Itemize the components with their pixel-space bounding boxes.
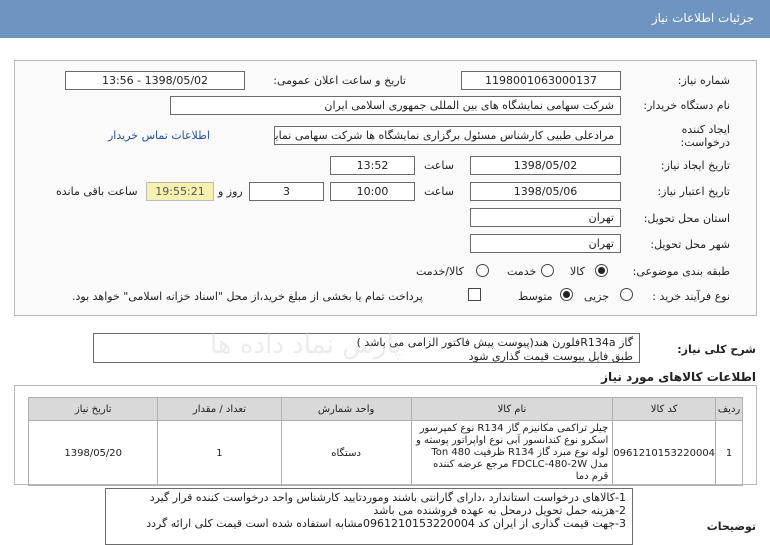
row-unit: دستگاه xyxy=(280,420,412,486)
notes-label: توضیحات xyxy=(706,520,756,533)
summary-field: گاز R134aفلورن هند(پیوست پیش فاکتور الزا… xyxy=(93,333,640,363)
page-title: جزئیات اطلاعات نیاز xyxy=(651,11,754,25)
city-field: تهران xyxy=(470,234,621,253)
category-option-goods: کالا xyxy=(570,265,585,278)
col-header-index: ردیف xyxy=(715,397,743,421)
table-row: 1 0961210153220004 چیلر تراکمی مکانیزم گ… xyxy=(27,420,743,486)
process-option-medium: متوسط xyxy=(518,290,553,303)
items-section-title: اطلاعات کالاهای مورد نیاز xyxy=(601,370,756,384)
row-name: چیلر تراکمی مکانیزم گاز R134 نوع کمپرسور… xyxy=(410,420,614,486)
need-number-field: 1198001063000137 xyxy=(461,71,621,90)
row-date: 1398/05/20 xyxy=(27,420,159,486)
remaining-label: ساعت باقی مانده xyxy=(56,185,138,198)
items-header-row: ردیف کد کالا نام کالا واحد شمارش تعداد /… xyxy=(27,397,743,421)
need-number-label: شماره نیاز: xyxy=(677,74,730,87)
process-radio-minor[interactable] xyxy=(620,288,633,301)
category-label: طبقه بندی موضوعی: xyxy=(632,265,730,278)
city-label: شهر محل تحویل: xyxy=(650,238,730,251)
created-date-label: تاریخ ایجاد نیاز: xyxy=(660,159,730,172)
created-time-label: ساعت xyxy=(424,159,454,172)
creator-label: ایجاد کننده xyxy=(681,123,730,136)
header-bar: جزئیات اطلاعات نیاز xyxy=(0,0,770,38)
row-code: 0961210153220004 xyxy=(612,420,717,486)
category-radio-goods-service[interactable] xyxy=(476,264,489,277)
validity-label: تاریخ اعتبار نیاز: xyxy=(657,185,730,198)
announce-field: 1398/05/02 - 13:56 xyxy=(65,71,245,90)
treasury-payment-checkbox[interactable] xyxy=(468,288,481,301)
col-header-date: تاریخ نیاز xyxy=(27,397,159,421)
treasury-payment-note: پرداخت تمام یا بخشی از مبلغ خرید،از محل … xyxy=(72,290,423,303)
process-label: نوع فرآیند خرید : xyxy=(652,290,730,303)
notes-line-1: 1-کالاهای درخواست استاندارد ،دارای گاران… xyxy=(149,491,626,504)
validity-time-field: 10:00 xyxy=(330,182,415,201)
summary-label: شرح کلی نیاز: xyxy=(677,343,756,356)
col-header-name: نام کالا xyxy=(410,397,614,421)
validity-time-label: ساعت xyxy=(424,185,454,198)
row-index: 1 xyxy=(715,420,743,486)
summary-line-2: طبق فایل پیوست قیمت گذاری شود xyxy=(468,350,633,363)
validity-date-field: 1398/05/06 xyxy=(470,182,621,201)
category-radio-goods[interactable] xyxy=(595,264,608,277)
category-radio-service[interactable] xyxy=(541,264,554,277)
col-header-code: کد کالا xyxy=(612,397,717,421)
category-option-service: خدمت xyxy=(507,265,537,278)
notes-line-2: 2-هزینه حمل تحویل درمحل به عهده فروشنده … xyxy=(373,504,626,517)
category-option-goods-service: کالا/خدمت xyxy=(416,265,464,278)
process-option-minor: جزیی xyxy=(584,290,610,303)
buyer-field: شرکت سهامی نمایشگاه های بین المللی جمهور… xyxy=(170,96,621,115)
col-header-qty: تعداد / مقدار xyxy=(157,397,282,421)
notes-field: 1-کالاهای درخواست استاندارد ،دارای گاران… xyxy=(105,488,633,545)
announce-label: تاریخ و ساعت اعلان عمومی: xyxy=(273,74,406,87)
created-date-field: 1398/05/02 xyxy=(470,156,621,175)
col-header-unit: واحد شمارش xyxy=(280,397,412,421)
row-qty: 1 xyxy=(157,420,282,486)
process-radio-medium[interactable] xyxy=(560,288,573,301)
items-table: ردیف کد کالا نام کالا واحد شمارش تعداد /… xyxy=(27,397,743,486)
province-label: استان محل تحویل: xyxy=(643,212,730,225)
notes-line-3: 3-جهت قیمت گذاری از ایران کد 09612101532… xyxy=(146,517,626,530)
creator-label-2: درخواست: xyxy=(680,136,730,149)
days-field: 3 xyxy=(249,182,324,201)
buyer-contact-link[interactable]: اطلاعات تماس خریدار xyxy=(108,129,210,142)
summary-line-1: گاز R134aفلورن هند(پیوست پیش فاکتور الزا… xyxy=(356,336,633,349)
creator-field: مرادعلی طبیی کارشناس مسئول برگزاری نمایش… xyxy=(274,126,621,145)
buyer-label: نام دستگاه خریدار: xyxy=(643,99,730,112)
province-field: تهران xyxy=(470,208,621,227)
remaining-time-field: 19:55:21 xyxy=(146,182,214,201)
days-label: روز و xyxy=(218,185,243,198)
created-time-field: 13:52 xyxy=(330,156,415,175)
